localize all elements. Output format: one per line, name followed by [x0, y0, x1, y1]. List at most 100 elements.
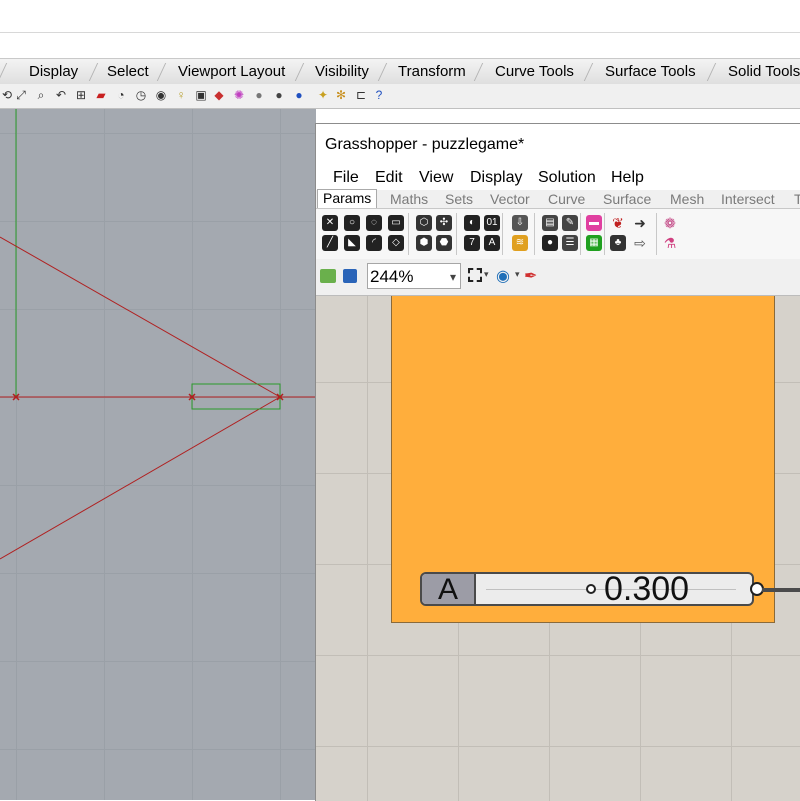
clock-icon[interactable]: ◷: [134, 88, 148, 102]
rhino-viewport[interactable]: [0, 109, 316, 800]
chevron-down-icon[interactable]: ▾: [484, 269, 489, 280]
open-file-icon[interactable]: [320, 269, 336, 283]
line-param-icon[interactable]: ╱: [322, 235, 338, 251]
render-icon[interactable]: ●: [272, 88, 286, 102]
flask-icon[interactable]: ⚗: [662, 235, 678, 251]
menu-edit[interactable]: Edit: [375, 169, 403, 187]
zoom-window-icon[interactable]: ⌕: [34, 88, 48, 102]
environment-icon[interactable]: ●: [292, 88, 306, 102]
menu-file[interactable]: File: [333, 169, 359, 187]
field-param-icon[interactable]: ✣: [436, 215, 452, 231]
circle-param-icon[interactable]: ○: [344, 215, 360, 231]
divider: [0, 32, 800, 33]
point-param-icon[interactable]: ✕: [322, 215, 338, 231]
tab-solid-tools[interactable]: Solid Tools: [728, 59, 800, 85]
curve-param-icon[interactable]: ◌: [366, 215, 382, 231]
tab-transform[interactable]: Transform: [398, 59, 466, 85]
preview-eye-icon[interactable]: ◉: [496, 266, 510, 286]
surface-param-icon[interactable]: ▭: [388, 215, 404, 231]
settings-gear-icon[interactable]: ✻: [334, 88, 348, 102]
tab-more[interactable]: T: [794, 191, 800, 207]
tab-display[interactable]: Display: [29, 59, 78, 85]
output-wire: [762, 588, 800, 592]
text-param-icon[interactable]: A: [484, 235, 500, 251]
integer-param-icon[interactable]: 7: [464, 235, 480, 251]
grasshopper-canvas[interactable]: A 0.300: [316, 296, 800, 801]
tab-mesh[interactable]: Mesh: [670, 191, 704, 207]
undo-view-icon[interactable]: ↶: [54, 88, 68, 102]
tab-separator: [707, 63, 716, 81]
car-icon[interactable]: ▰: [94, 88, 108, 102]
arrow-right-icon[interactable]: ➜: [632, 215, 648, 231]
menu-help[interactable]: Help: [611, 169, 644, 187]
transform-param-icon[interactable]: ⬣: [436, 235, 452, 251]
slider-knob[interactable]: [586, 584, 596, 594]
extra-group: ❁ ⚗: [660, 213, 682, 255]
component-toolbar: ✕ ○ ◌ ▭ ╱ ◣ ◜ ◇ ⬡ ✣ ⬢ ⬣ ◐ 01 7 A ⇩ ≋ ▤ ✎: [316, 208, 800, 260]
util-group: ▤ ✎ ● ☰: [538, 213, 581, 255]
arc-param-icon[interactable]: ◜: [366, 235, 382, 251]
tab-surface-tools[interactable]: Surface Tools: [605, 59, 696, 85]
brep-param-icon[interactable]: ◣: [344, 235, 360, 251]
tab-separator: [0, 63, 7, 81]
mesh-param-icon[interactable]: ⬡: [416, 215, 432, 231]
tab-curve-tools[interactable]: Curve Tools: [495, 59, 574, 85]
menu-bar: File Edit View Display Solution Help: [316, 166, 800, 190]
panel-icon[interactable]: ✎: [562, 215, 578, 231]
help-icon[interactable]: ?: [372, 88, 386, 102]
cherry-icon[interactable]: ❦: [610, 215, 626, 231]
button-icon[interactable]: ●: [542, 235, 558, 251]
tab-curve[interactable]: Curve: [548, 191, 585, 207]
tab-surface[interactable]: Surface: [603, 191, 651, 207]
camera-icon[interactable]: ◉: [154, 88, 168, 102]
data-input-icon[interactable]: ⇩: [512, 215, 528, 231]
tab-select[interactable]: Select: [107, 59, 149, 85]
lock-icon[interactable]: ▣: [194, 88, 208, 102]
zoom-extents-icon[interactable]: [468, 268, 482, 282]
tab-maths[interactable]: Maths: [390, 191, 428, 207]
rhino-tab-bar: Display Select Viewport Layout Visibilit…: [0, 58, 800, 86]
tab-params[interactable]: Params: [317, 189, 378, 208]
zoom-extents-icon[interactable]: ⤢: [14, 88, 28, 102]
sketch-pen-icon[interactable]: ✒: [524, 266, 537, 286]
plane-param-icon[interactable]: ⬢: [416, 235, 432, 251]
shade-icon[interactable]: ◔: [114, 88, 128, 102]
value-list-icon[interactable]: ☰: [562, 235, 578, 251]
tab-sets[interactable]: Sets: [445, 191, 473, 207]
menu-solution[interactable]: Solution: [538, 169, 596, 187]
gradient-icon[interactable]: ≋: [512, 235, 528, 251]
tree-icon[interactable]: ♣: [610, 235, 626, 251]
triangle-edge-top: [0, 236, 281, 398]
tab-viewport-layout[interactable]: Viewport Layout: [178, 59, 285, 85]
tab-vector[interactable]: Vector: [490, 191, 530, 207]
four-viewports-icon[interactable]: ⊞: [74, 88, 88, 102]
file-path-icon[interactable]: ▤: [542, 215, 558, 231]
light-bulb-icon[interactable]: ♀: [174, 88, 188, 102]
sphere-cluster-icon[interactable]: ❁: [662, 215, 678, 231]
box-param-icon[interactable]: ◇: [388, 235, 404, 251]
save-file-icon[interactable]: [343, 269, 357, 283]
menu-view[interactable]: View: [419, 169, 453, 187]
number-param-icon[interactable]: ◐: [464, 215, 480, 231]
input-group: ⇩ ≋: [506, 213, 535, 255]
tab-separator: [89, 63, 98, 81]
dimension-icon[interactable]: ⊏: [354, 88, 368, 102]
magic-wand-icon[interactable]: ✦: [316, 88, 330, 102]
zoom-dropdown[interactable]: 244% ▾: [367, 263, 461, 289]
material-icon[interactable]: ◆: [212, 88, 226, 102]
number-slider[interactable]: A 0.300: [420, 572, 754, 606]
matrix-icon[interactable]: ▦: [586, 235, 602, 251]
viewport-geometry: [0, 109, 316, 560]
menu-display[interactable]: Display: [470, 169, 522, 187]
color-wheel-icon[interactable]: ✺: [232, 88, 246, 102]
arrow-outline-icon[interactable]: ⇨: [632, 235, 648, 251]
mesh-group: ⬡ ✣ ⬢ ⬣: [412, 213, 457, 255]
window-title: Grasshopper - puzzlegame*: [325, 136, 525, 153]
swatch-icon[interactable]: ▬: [586, 215, 602, 231]
boolean-param-icon[interactable]: 01: [484, 215, 500, 231]
tab-intersect[interactable]: Intersect: [721, 191, 775, 207]
tab-visibility[interactable]: Visibility: [315, 59, 369, 85]
chevron-down-icon[interactable]: ▾: [515, 269, 520, 280]
rotate-view-icon[interactable]: ⟲: [0, 88, 14, 102]
render-sphere-icon[interactable]: ●: [252, 88, 266, 102]
